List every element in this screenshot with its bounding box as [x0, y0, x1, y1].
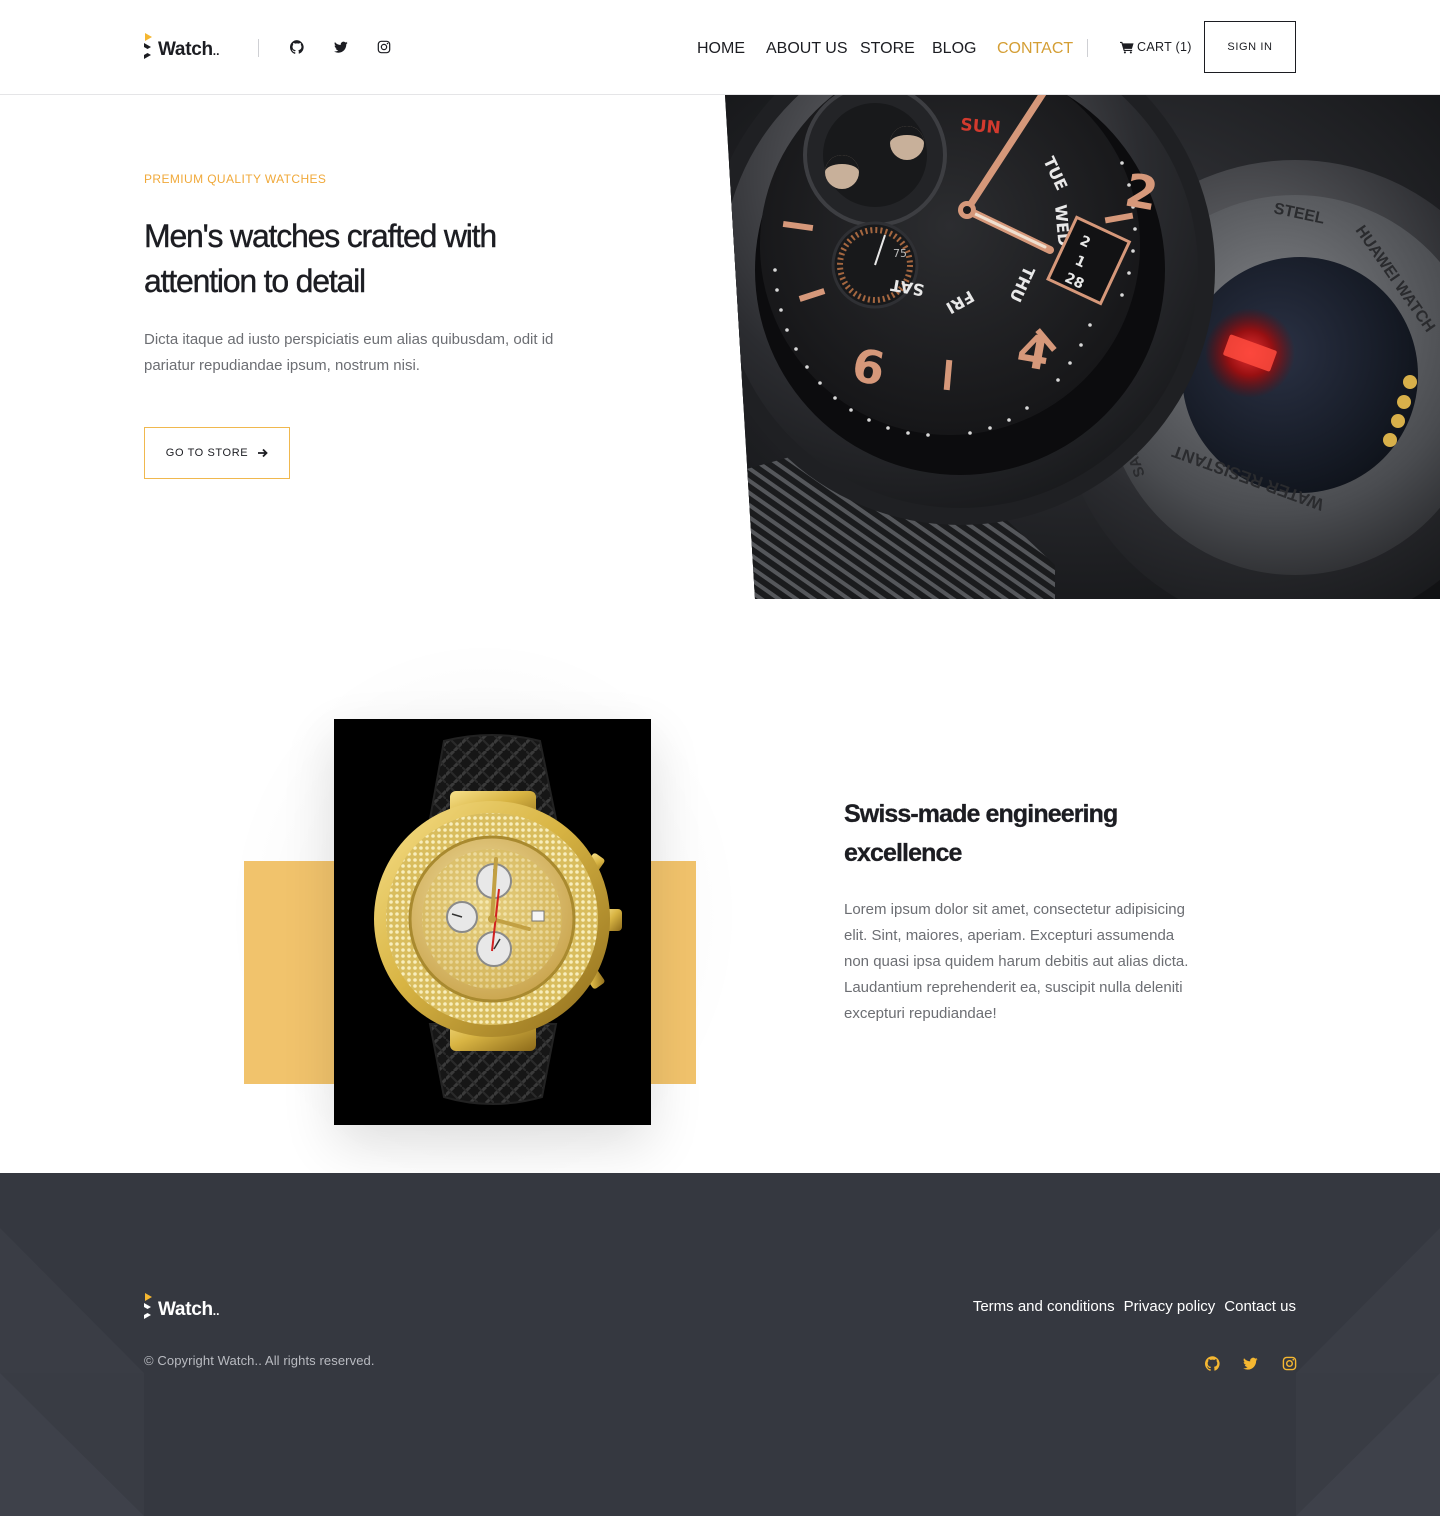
nav-about-us[interactable]: ABOUT US — [766, 40, 848, 58]
gold-watch-illustration — [334, 719, 651, 1125]
instagram-link[interactable] — [377, 40, 391, 54]
footer-twitter-link[interactable] — [1243, 1356, 1258, 1371]
sign-in-button[interactable]: SIGN IN — [1204, 21, 1296, 73]
brand-logo[interactable]: Watch.. — [144, 33, 219, 63]
hero-title: Men's watches crafted with attention to d… — [144, 214, 584, 304]
cart-label: CART (1) — [1137, 40, 1192, 54]
hero-title-line-2: attention to detail — [144, 263, 367, 299]
twitter-link[interactable] — [334, 40, 348, 54]
hero-watch-image: STEEL HUAWEI WATCH WATER RESISTANT SAPP … — [725, 95, 1440, 599]
footer-instagram-link[interactable] — [1282, 1356, 1297, 1371]
instagram-icon — [1282, 1356, 1297, 1371]
github-link[interactable] — [290, 40, 304, 54]
cart-link[interactable]: CART (1) — [1120, 40, 1192, 54]
site-header: Watch.. HOME ABOUT US STORE BLOG CONTACT… — [0, 0, 1440, 95]
footer-logo-mark-icon — [144, 1293, 156, 1323]
go-to-store-label: GO TO STORE — [165, 447, 249, 459]
twitter-icon — [334, 41, 348, 53]
smartwatch-illustration: STEEL HUAWEI WATCH WATER RESISTANT SAPP … — [725, 95, 1440, 599]
day-label-sun: SUN — [960, 115, 1002, 138]
feature-title: Swiss-made engineering excellence — [844, 795, 1174, 873]
footer-brand-name: Watch — [158, 1299, 213, 1320]
instagram-icon — [377, 40, 391, 54]
subdial-label: 75 — [893, 247, 907, 260]
footer-link-privacy[interactable]: Privacy policy — [1124, 1298, 1216, 1315]
footer-link-terms[interactable]: Terms and conditions — [973, 1298, 1115, 1315]
nav-home[interactable]: HOME — [697, 40, 745, 58]
nav-store[interactable]: STORE — [860, 40, 915, 58]
hero-eyebrow: PREMIUM QUALITY WATCHES — [144, 172, 327, 186]
nav-divider — [1087, 39, 1088, 57]
feature-title-line-1: Swiss-made engineering — [844, 800, 1119, 828]
hero-description: Dicta itaque ad iusto perspiciatis eum a… — [144, 331, 554, 374]
logo-mark-icon — [144, 33, 156, 63]
footer-background-pattern — [0, 1228, 1440, 1516]
footer-links: Terms and conditions Privacy policy Cont… — [973, 1298, 1296, 1315]
github-icon — [290, 40, 304, 54]
gold-watch-image — [334, 719, 651, 1125]
header-divider — [258, 39, 259, 57]
feature-description: Lorem ipsum dolor sit amet, consectetur … — [844, 901, 1189, 1022]
nav-blog[interactable]: BLOG — [932, 40, 976, 58]
site-footer: Watch.. © Copyright Watch.. All rights r… — [0, 1173, 1440, 1516]
feature-title-line-2: excellence — [844, 839, 963, 867]
copyright-text: © Copyright Watch.. All rights reserved. — [144, 1353, 375, 1368]
hero-title-line-1: Men's watches crafted with — [144, 218, 498, 254]
brand-name: Watch — [158, 39, 213, 60]
cart-icon — [1120, 41, 1134, 53]
brand-dots: .. — [212, 44, 220, 58]
github-icon — [1205, 1356, 1220, 1371]
nav-contact[interactable]: CONTACT — [997, 40, 1073, 58]
go-to-store-button[interactable]: GO TO STORE — [144, 427, 290, 479]
footer-github-link[interactable] — [1205, 1356, 1220, 1371]
footer-brand-logo[interactable]: Watch.. — [144, 1293, 219, 1323]
twitter-icon — [1243, 1357, 1258, 1370]
arrow-right-icon — [258, 448, 268, 458]
footer-link-contact[interactable]: Contact us — [1224, 1298, 1296, 1315]
footer-brand-dots: .. — [212, 1304, 220, 1318]
